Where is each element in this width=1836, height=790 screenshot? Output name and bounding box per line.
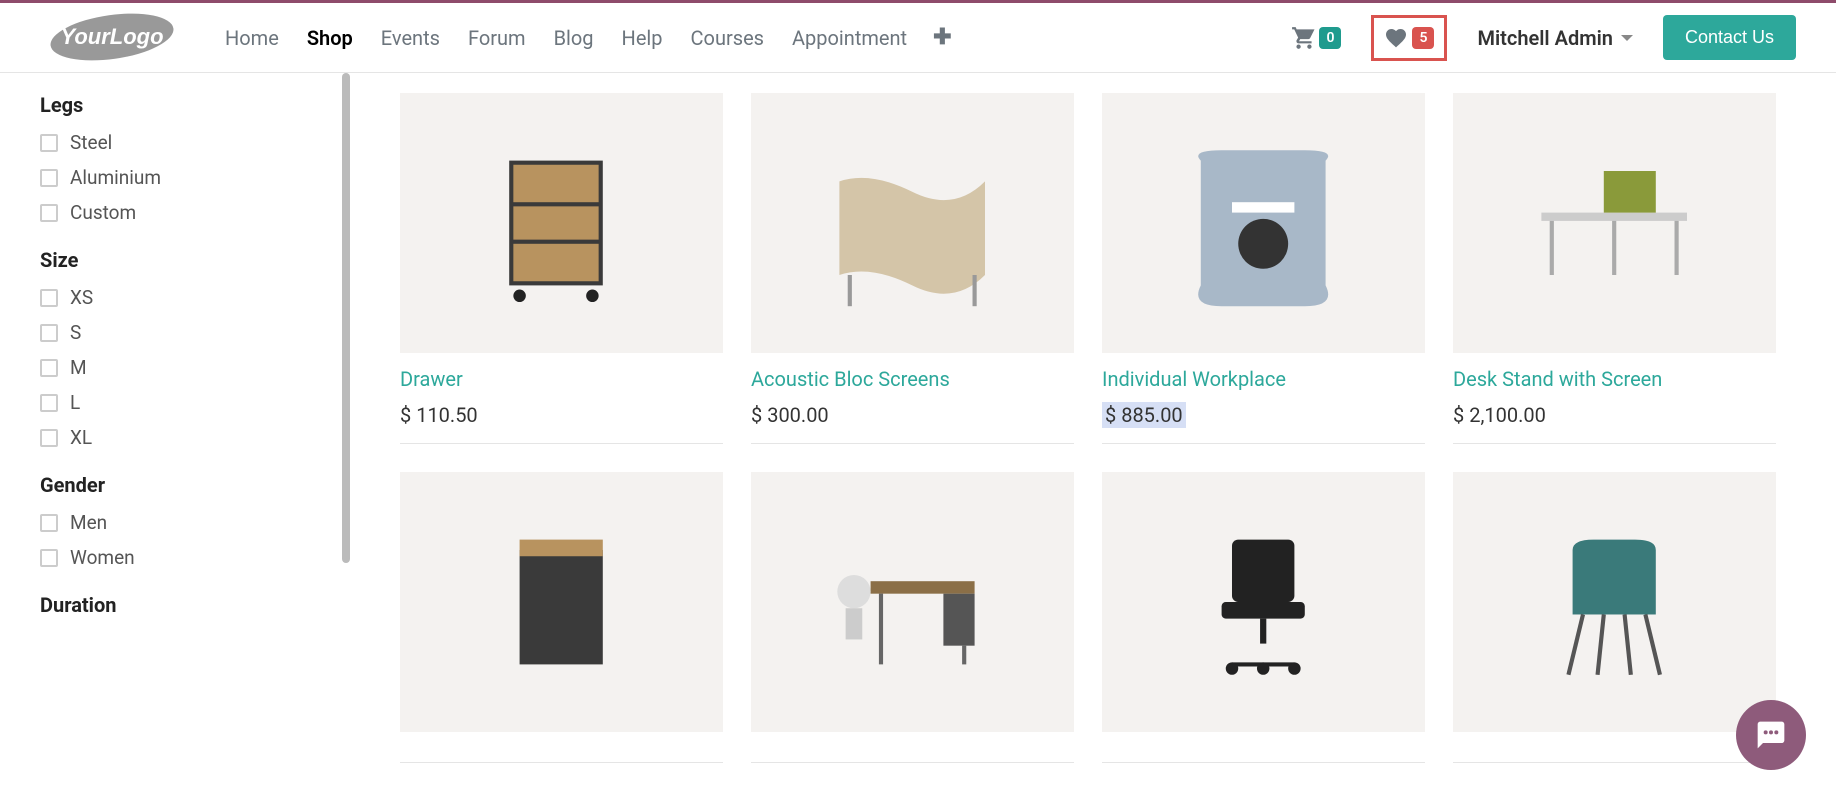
filter-group-duration: Duration	[40, 593, 310, 617]
filter-title: Duration	[40, 593, 310, 617]
main-nav: Home Shop Events Forum Blog Help Courses…	[225, 26, 907, 50]
checkbox[interactable]	[40, 169, 58, 187]
product-card[interactable]	[751, 472, 1074, 763]
nav-blog[interactable]: Blog	[554, 26, 594, 50]
filter-group-legs: Legs Steel Aluminium Custom	[40, 93, 310, 224]
product-image	[751, 93, 1074, 353]
checkbox[interactable]	[40, 204, 58, 222]
product-image	[1102, 93, 1425, 353]
filter-label: L	[70, 391, 80, 414]
product-card[interactable]	[1102, 472, 1425, 763]
product-name[interactable]: Drawer	[400, 367, 723, 391]
checkbox[interactable]	[40, 514, 58, 532]
cart-count-badge: 0	[1319, 27, 1341, 49]
product-image	[400, 93, 723, 353]
filter-option[interactable]: XL	[40, 426, 310, 449]
filter-label: M	[70, 356, 87, 379]
product-card[interactable]	[400, 472, 723, 763]
wishlist-count-badge: 5	[1412, 27, 1434, 49]
checkbox[interactable]	[40, 324, 58, 342]
checkbox[interactable]	[40, 134, 58, 152]
filter-label: XL	[70, 426, 92, 449]
filter-title: Size	[40, 248, 310, 272]
user-menu[interactable]: Mitchell Admin	[1477, 26, 1632, 50]
filter-label: Aluminium	[70, 166, 161, 189]
filter-option[interactable]: Custom	[40, 201, 310, 224]
filter-label: Steel	[70, 131, 112, 154]
filter-label: S	[70, 321, 81, 344]
filter-group-size: Size XS S M L XL	[40, 248, 310, 449]
filter-option[interactable]: Men	[40, 511, 310, 534]
product-card[interactable]: Desk Stand with Screen $ 2,100.00	[1453, 93, 1776, 444]
product-price: $ 110.50	[400, 403, 723, 427]
filter-option[interactable]: Women	[40, 546, 310, 569]
product-name[interactable]: Individual Workplace	[1102, 367, 1425, 391]
nav-courses[interactable]: Courses	[691, 26, 764, 50]
plus-icon[interactable]: ✚	[933, 25, 951, 50]
product-card[interactable]: Drawer $ 110.50	[400, 93, 723, 444]
wishlist-button[interactable]: 5	[1371, 15, 1447, 61]
filter-label: Women	[70, 546, 135, 569]
contact-us-button[interactable]: Contact Us	[1663, 15, 1796, 60]
chat-icon	[1755, 719, 1787, 751]
cart-icon	[1291, 25, 1317, 51]
product-card[interactable]: Acoustic Bloc Screens $ 300.00	[751, 93, 1074, 444]
product-image	[1453, 93, 1776, 353]
heart-icon	[1384, 26, 1408, 50]
nav-events[interactable]: Events	[381, 26, 440, 50]
product-card[interactable]: Individual Workplace $ 885.00	[1102, 93, 1425, 444]
filter-option[interactable]: Aluminium	[40, 166, 310, 189]
filter-option[interactable]: Steel	[40, 131, 310, 154]
filter-option[interactable]: L	[40, 391, 310, 414]
filter-option[interactable]: M	[40, 356, 310, 379]
filter-title: Gender	[40, 473, 310, 497]
product-grid: Drawer $ 110.50 Acoustic Bloc Screens $ …	[350, 73, 1836, 783]
nav-home[interactable]: Home	[225, 26, 279, 50]
product-image	[1453, 472, 1776, 732]
filter-option[interactable]: XS	[40, 286, 310, 309]
filter-option[interactable]: S	[40, 321, 310, 344]
cart-button[interactable]: 0	[1291, 25, 1341, 51]
svg-text:YourLogo: YourLogo	[60, 24, 163, 49]
product-price: $ 300.00	[751, 403, 1074, 427]
user-name: Mitchell Admin	[1477, 26, 1612, 50]
filter-group-gender: Gender Men Women	[40, 473, 310, 569]
product-image	[1102, 472, 1425, 732]
filter-label: Men	[70, 511, 107, 534]
product-name[interactable]: Acoustic Bloc Screens	[751, 367, 1074, 391]
product-image	[751, 472, 1074, 732]
product-price: $ 2,100.00	[1453, 403, 1776, 427]
checkbox[interactable]	[40, 429, 58, 447]
checkbox[interactable]	[40, 289, 58, 307]
product-name[interactable]: Desk Stand with Screen	[1453, 367, 1776, 391]
checkbox[interactable]	[40, 359, 58, 377]
header: YourLogo Home Shop Events Forum Blog Hel…	[0, 3, 1836, 73]
product-image	[400, 472, 723, 732]
nav-appointment[interactable]: Appointment	[792, 26, 907, 50]
nav-shop[interactable]: Shop	[307, 26, 353, 50]
nav-forum[interactable]: Forum	[468, 26, 526, 50]
sidebar-scrollbar[interactable]	[342, 73, 350, 563]
product-card[interactable]	[1453, 472, 1776, 763]
filter-label: Custom	[70, 201, 136, 224]
logo[interactable]: YourLogo	[40, 10, 185, 65]
chat-button[interactable]	[1736, 700, 1806, 770]
checkbox[interactable]	[40, 549, 58, 567]
filter-title: Legs	[40, 93, 310, 117]
filters-sidebar: Legs Steel Aluminium Custom Size XS S M …	[0, 73, 350, 783]
product-price: $ 885.00	[1102, 403, 1425, 427]
checkbox[interactable]	[40, 394, 58, 412]
filter-label: XS	[70, 286, 93, 309]
chevron-down-icon	[1621, 35, 1633, 41]
nav-help[interactable]: Help	[622, 26, 663, 50]
